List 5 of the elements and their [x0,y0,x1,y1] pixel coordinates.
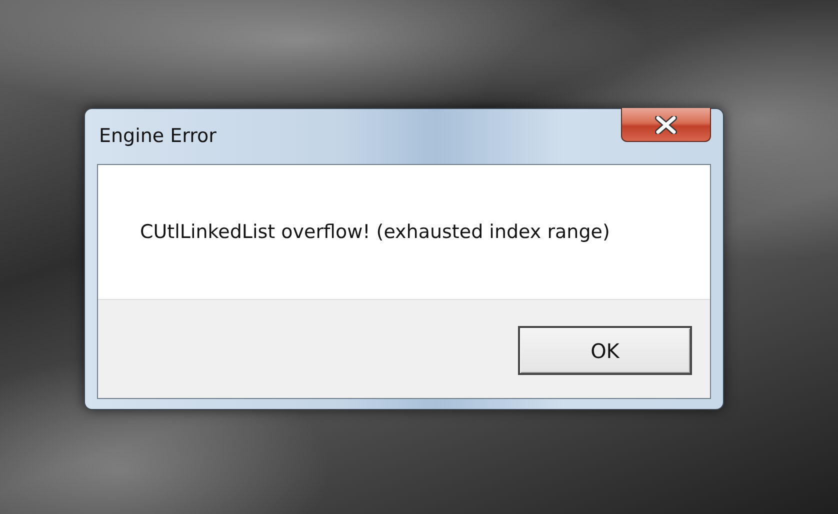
ok-button[interactable]: OK [518,326,692,375]
close-icon [655,116,677,134]
close-button[interactable] [621,108,711,142]
error-message: CUtlLinkedList overflow! (exhausted index range) [140,221,610,243]
window-title: Engine Error [99,125,216,147]
